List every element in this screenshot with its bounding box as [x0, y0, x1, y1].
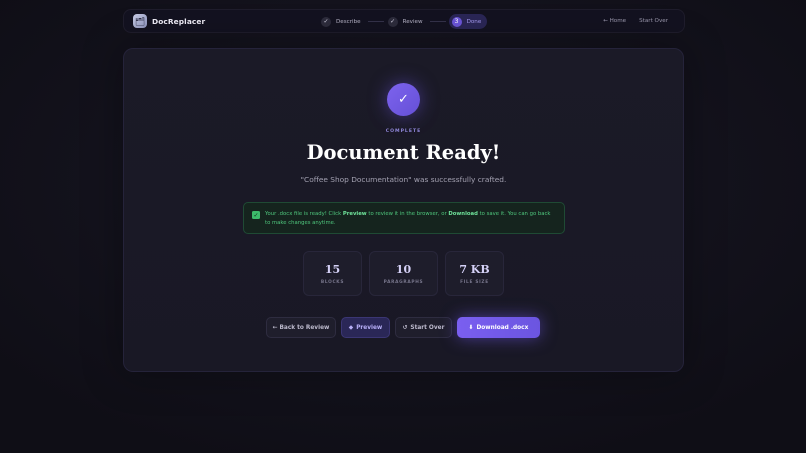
preview-label: Preview	[356, 324, 383, 331]
notice-text-part: to review it in the browser, or	[366, 211, 449, 217]
step-label: Done	[466, 18, 482, 25]
action-buttons: ← Back to Review ◆ Preview ↺ Start Over …	[266, 317, 545, 338]
stat-label: FILE SIZE	[460, 279, 489, 285]
step-label: Review	[402, 18, 423, 25]
back-to-review-button[interactable]: ← Back to Review	[266, 317, 336, 338]
step-describe[interactable]: ✓ Describe	[320, 14, 365, 29]
brand[interactable]: 🗂 DocReplacer	[133, 14, 205, 28]
page-subtitle: "Coffee Shop Documentation" was successf…	[300, 175, 507, 184]
notice-download-word: Download	[448, 211, 478, 217]
download-button[interactable]: ⬇ Download .docx	[457, 317, 540, 338]
diamond-icon: ◆	[348, 324, 354, 331]
stat-label: PARAGRAPHS	[383, 279, 424, 285]
back-to-review-label: ← Back to Review	[272, 324, 330, 331]
status-eyebrow: COMPLETE	[385, 129, 422, 134]
step-label: Describe	[336, 18, 361, 25]
checkbox-icon: ✓	[252, 211, 260, 219]
preview-button[interactable]: ◆ Preview	[341, 317, 390, 338]
start-over-label: Start Over	[410, 324, 445, 331]
stat-value: 10	[395, 262, 412, 276]
step-number: 3	[451, 16, 462, 27]
success-notice: ✓ Your .docx file is ready! Click Previe…	[243, 202, 565, 234]
start-over-button[interactable]: ↺ Start Over	[395, 317, 452, 338]
home-link[interactable]: ← Home	[603, 18, 626, 24]
stat-label: BLOCKS	[320, 279, 345, 285]
step-done[interactable]: 3 Done	[448, 14, 488, 29]
notice-text-part: Your .docx file is ready! Click	[265, 211, 343, 217]
download-icon: ⬇	[468, 324, 474, 331]
stat-paragraphs: 10 PARAGRAPHS	[369, 251, 438, 296]
step-review[interactable]: ✓ Review	[387, 14, 427, 29]
stat-value: 7 KB	[459, 262, 490, 276]
start-over-link[interactable]: Start Over	[639, 18, 668, 24]
progress-steps: ✓ Describe ✓ Review 3 Done	[320, 13, 488, 30]
step-check-icon: ✓	[387, 16, 398, 27]
stat-value: 15	[324, 262, 341, 276]
page-title: Document Ready!	[306, 141, 501, 164]
app-name: DocReplacer	[152, 16, 206, 26]
restart-icon: ↺	[402, 324, 408, 331]
top-nav: 🗂 DocReplacer ✓ Describe ✓ Review 3 Done…	[123, 9, 685, 33]
document-stats: 15 BLOCKS 10 PARAGRAPHS 7 KB FILE SIZE	[303, 251, 511, 296]
app-logo-icon: 🗂	[133, 14, 147, 28]
step-check-icon: ✓	[321, 16, 331, 27]
step-connector	[429, 21, 446, 22]
step-connector	[367, 21, 384, 22]
notice-preview-word: Preview	[342, 211, 367, 217]
result-card: ✓ COMPLETE Document Ready! "Coffee Shop …	[123, 48, 684, 372]
download-label: Download .docx	[476, 324, 529, 331]
stat-file-size: 7 KB FILE SIZE	[445, 251, 504, 296]
success-check-icon: ✓	[387, 83, 420, 116]
nav-links: ← Home Start Over	[590, 10, 668, 32]
notice-text: Your .docx file is ready! Click Preview …	[265, 210, 556, 227]
stat-blocks: 15 BLOCKS	[303, 251, 362, 296]
